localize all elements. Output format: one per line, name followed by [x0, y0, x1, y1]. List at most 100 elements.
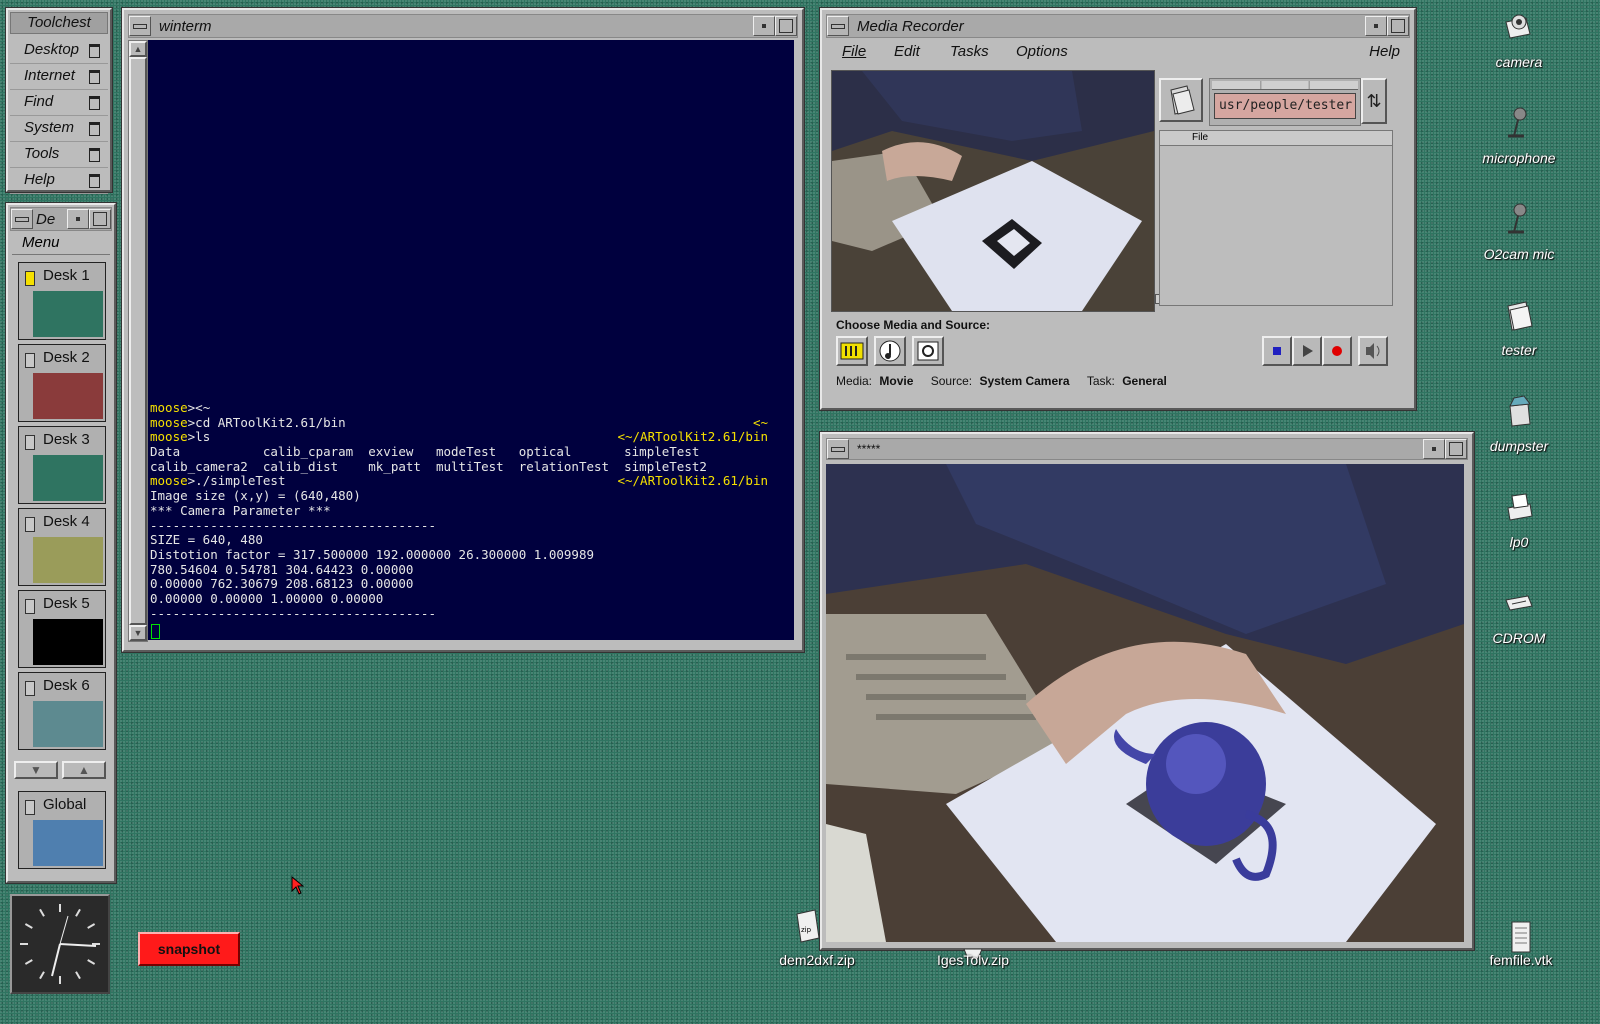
minimize-button[interactable] — [67, 209, 89, 229]
scroll-down-button[interactable]: ▼ — [14, 761, 58, 779]
video-titlebar[interactable]: ***** — [826, 438, 1468, 460]
menu-tasks[interactable]: Tasks — [950, 43, 989, 60]
desktop-icon-dumpster[interactable] — [1500, 392, 1538, 432]
scroll-down-arrow-icon[interactable]: ▼ — [129, 625, 147, 641]
media-recorder-titlebar[interactable]: Media Recorder — [826, 14, 1410, 38]
prompt-path: <~/ARToolKit2.61/bin — [617, 473, 768, 489]
film-icon — [840, 342, 864, 360]
desktop-icon-label[interactable]: CDROM — [1493, 630, 1546, 646]
window-menu-button[interactable] — [129, 16, 151, 36]
desk-1[interactable]: Desk 1 — [18, 262, 106, 340]
menu-file[interactable]: File — [842, 43, 866, 60]
terminal-line: 0.00000 0.00000 1.00000 0.00000 — [150, 591, 768, 606]
terminal-text: >ls — [187, 429, 211, 445]
media-recorder-title: Media Recorder — [857, 17, 964, 35]
terminal-line: -------------------------------------- — [150, 606, 768, 621]
toolchest-item-find[interactable]: Find — [10, 90, 108, 116]
desktop-icon-tester[interactable] — [1500, 296, 1538, 336]
desktop-icon-o2cam-mic[interactable] — [1500, 200, 1538, 240]
terminal-text: -------------------------------------- — [150, 605, 436, 621]
play-button[interactable] — [1292, 336, 1322, 366]
document-file-icon — [1511, 921, 1531, 953]
desktop-icon-label[interactable]: microphone — [1482, 150, 1555, 166]
record-button[interactable] — [1322, 336, 1352, 366]
desks-menu-button[interactable]: Menu — [12, 232, 110, 255]
scroll-thumb[interactable] — [129, 57, 147, 625]
terminal-output[interactable]: moose><~ moose>cd ARToolKit2.61/bin <~ moos… — [148, 40, 794, 640]
file-list[interactable]: File — [1159, 130, 1393, 306]
desk-5[interactable]: Desk 5 — [18, 590, 106, 668]
desktop-icon-label[interactable]: dumpster — [1490, 438, 1548, 454]
window-menu-button[interactable] — [827, 16, 849, 36]
desk-3[interactable]: Desk 3 — [18, 426, 106, 504]
browse-folder-button[interactable] — [1159, 78, 1203, 122]
desktop-icon-label[interactable]: camera — [1496, 54, 1543, 70]
desk-6[interactable]: Desk 6 — [18, 672, 106, 750]
toolchest-item-internet[interactable]: Internet — [10, 64, 108, 90]
media-movie-button[interactable] — [836, 336, 868, 366]
maximize-button[interactable] — [1445, 439, 1467, 459]
terminal-text: Data calib_cparam exview modeTest optica… — [150, 444, 700, 460]
minimize-button[interactable] — [1423, 439, 1445, 459]
stop-button[interactable] — [1262, 336, 1292, 366]
menu-options[interactable]: Options — [1016, 43, 1068, 60]
desk-label: Desk 5 — [43, 595, 90, 612]
desk-global[interactable]: Global — [18, 791, 106, 869]
file-label[interactable]: dem2dxf.zip — [779, 952, 854, 968]
window-menu-button[interactable] — [11, 209, 33, 229]
path-input[interactable]: usr/people/tester — [1214, 93, 1356, 119]
snapshot-button[interactable]: snapshot — [138, 932, 240, 966]
window-menu-button[interactable] — [827, 439, 849, 459]
terminal-line: Data calib_cparam exview modeTest optica… — [150, 444, 768, 459]
terminal-line: moose>cd ARToolKit2.61/bin <~ — [150, 415, 768, 430]
desktop-icon-lp0[interactable] — [1500, 488, 1538, 528]
desk-2[interactable]: Desk 2 — [18, 344, 106, 422]
submenu-icon — [89, 174, 100, 188]
file-column-header[interactable]: File — [1160, 131, 1392, 146]
toolchest-item-system[interactable]: System — [10, 116, 108, 142]
desktop-icon-label[interactable]: O2cam mic — [1484, 246, 1555, 262]
desktop-icon-camera[interactable] — [1500, 8, 1538, 48]
toolchest-menu: Desktop Internet Find System Tools Help — [10, 38, 108, 194]
desk-4[interactable]: Desk 4 — [18, 508, 106, 586]
desktop-icon-label[interactable]: tester — [1501, 342, 1536, 358]
scroll-up-button[interactable]: ▲ — [62, 761, 106, 779]
file-icon-dem2dxf[interactable]: zip — [793, 908, 823, 944]
trash-icon — [1509, 395, 1531, 427]
desk-indicator — [25, 271, 35, 286]
media-image-button[interactable] — [912, 336, 944, 366]
desktop-icon-label[interactable]: lp0 — [1510, 534, 1529, 550]
menu-edit[interactable]: Edit — [894, 43, 920, 60]
status-line: Media: Movie Source: System Camera Task:… — [836, 374, 1167, 388]
desks-titlebar[interactable]: De — [10, 207, 112, 231]
maximize-button[interactable] — [89, 209, 111, 229]
maximize-button[interactable] — [1387, 16, 1409, 36]
toolchest-item-desktop[interactable]: Desktop — [10, 38, 108, 64]
file-icon-femfile[interactable] — [1506, 920, 1536, 956]
refresh-path-button[interactable]: ⇅ — [1361, 78, 1387, 124]
media-audio-button[interactable] — [874, 336, 906, 366]
prompt-host: moose — [150, 429, 188, 445]
desk-preview — [33, 291, 103, 337]
maximize-button[interactable] — [775, 16, 797, 36]
toolchest-item-tools[interactable]: Tools — [10, 142, 108, 168]
desktop-icon-cdrom[interactable] — [1500, 584, 1538, 624]
scroll-up-arrow-icon[interactable]: ▲ — [129, 41, 147, 57]
desk-label: Desk 2 — [43, 349, 90, 366]
file-label[interactable]: femfile.vtk — [1489, 952, 1552, 968]
file-label[interactable]: IgesTolv.zip — [937, 952, 1009, 968]
winterm-titlebar[interactable]: winterm — [128, 14, 798, 38]
menu-help[interactable]: Help — [1369, 43, 1400, 60]
winterm-window: winterm ▲ ▼ moose><~ moose>cd ARToolKit2.… — [122, 8, 804, 652]
terminal-scrollbar[interactable]: ▲ ▼ — [128, 40, 148, 642]
minimize-button[interactable] — [1365, 16, 1387, 36]
terminal-text: >cd ARToolKit2.61/bin — [187, 414, 346, 430]
toolchest-item-help[interactable]: Help — [10, 168, 108, 194]
clock — [10, 894, 110, 994]
desktop-icon-microphone[interactable] — [1500, 104, 1538, 144]
audio-settings-button[interactable] — [1358, 336, 1388, 366]
toolchest: Toolchest Desktop Internet Find System Tools… — [6, 8, 112, 194]
minimize-button[interactable] — [753, 16, 775, 36]
submenu-icon — [89, 44, 100, 58]
prompt-path: <~/ARToolKit2.61/bin — [617, 429, 768, 445]
